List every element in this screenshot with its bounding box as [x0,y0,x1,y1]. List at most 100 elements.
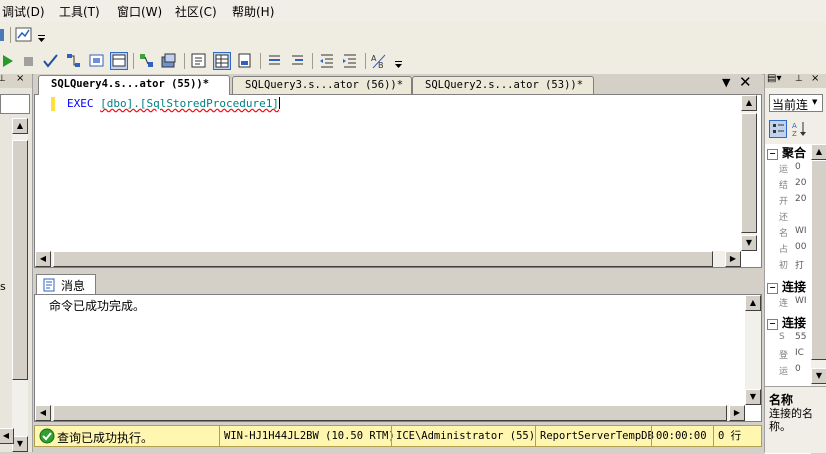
scroll-down-icon[interactable]: ▼ [745,389,761,405]
scroll-up-icon[interactable]: ▲ [12,118,28,134]
status-user: ICE\Administrator (55) [391,426,535,446]
collapse-icon[interactable]: − [767,283,778,294]
uncomment-lines-icon[interactable] [289,52,307,70]
scroll-down-icon[interactable]: ▼ [811,368,826,384]
property-name[interactable]: 运 [779,364,795,380]
decrease-indent-icon[interactable] [318,52,336,70]
scroll-thumb[interactable] [811,160,826,360]
comment-lines-icon[interactable] [266,52,284,70]
chart-icon[interactable] [15,26,33,44]
tab-dropdown-icon[interactable]: ▼ [722,76,730,89]
scroll-left-icon[interactable]: ◀ [35,251,51,267]
left-panel-scrollbar[interactable]: ▲ ▼ [12,118,28,452]
change-tracking-bar [51,97,55,111]
property-name[interactable]: 登 [779,348,795,364]
tab-sqlquery2[interactable]: SQLQuery2.s...ator (53))* [412,76,594,94]
toolbar-separator [184,53,185,69]
toolbar-standard [0,22,826,48]
results-to-text-icon[interactable] [88,52,106,70]
toolbar-overflow-icon[interactable] [395,58,402,68]
stop-icon[interactable] [20,52,38,70]
execute-icon[interactable] [0,52,18,70]
category-aggregate[interactable]: − 聚合 [767,144,806,161]
property-name[interactable]: 名 [779,226,795,242]
results-to-grid-icon[interactable] [110,52,128,70]
results-messages-pane: 命令已成功完成。 ▲ ▼ ◀ ▶ [34,294,762,422]
menu-community[interactable]: 社区(C) [175,3,217,20]
scroll-down-icon[interactable]: ▼ [741,235,757,251]
property-name[interactable]: 开 [779,194,795,210]
description-text: 连接的名称。 [769,407,813,433]
toolbar-separator [260,53,261,69]
close-icon[interactable]: × [16,73,24,84]
scroll-up-icon[interactable]: ▲ [741,95,757,111]
query-editor[interactable]: EXEC [dbo].[SqlStoredProcedure1] ▲ ▼ ◀ ▶ [34,94,762,268]
scroll-thumb[interactable] [53,405,727,421]
status-message: 查询已成功执行。 [57,431,154,445]
scroll-up-icon[interactable]: ▲ [745,295,761,311]
tab-messages[interactable]: 消息 [36,274,96,294]
left-panel-toolbar [0,94,30,114]
results-file-icon[interactable] [236,52,254,70]
menu-bar: 调试(D) 工具(T) 窗口(W) 社区(C) 帮助(H) [0,0,826,22]
scroll-thumb[interactable] [12,140,28,380]
collapse-icon[interactable]: − [767,149,778,160]
property-name[interactable]: 结 [779,178,795,194]
alphabetical-sort-icon[interactable]: AZ [791,120,809,138]
collapse-icon[interactable]: − [767,319,778,330]
property-name[interactable]: S [779,332,795,348]
property-name[interactable]: 连 [779,296,795,312]
tab-sqlquery4[interactable]: SQLQuery4.s...ator (55))* [38,75,230,95]
sql-procedure-name: [dbo].[SqlStoredProcedure1] [100,97,279,110]
menu-help[interactable]: 帮助(H) [232,3,274,20]
pin-icon[interactable]: ⊥ [795,74,803,84]
include-plan-icon[interactable] [138,52,156,70]
category-connection[interactable]: − 连接 [767,278,806,295]
scroll-left-icon[interactable]: ◀ [0,428,14,444]
close-icon[interactable]: × [811,73,819,84]
scroll-thumb[interactable] [741,113,757,233]
menu-window[interactable]: 窗口(W) [117,3,162,20]
status-elapsed: 00:00:00 [651,426,713,446]
menu-tools[interactable]: 工具(T) [59,3,100,20]
editor-hscroll[interactable]: ◀ ▶ [35,251,741,267]
editor-vscroll[interactable]: ▲ ▼ [741,95,757,251]
left-panel-header: ⊥ × [0,73,32,88]
results-text-icon[interactable] [190,52,208,70]
dropdown-value: 当前连 [772,98,809,112]
properties-header: ▤▾ ⊥ × [765,73,826,88]
scroll-right-icon[interactable]: ▶ [729,405,745,421]
tab-label: SQLQuery3.s...ator (56))* [245,79,404,91]
editor-code-line[interactable]: EXEC [dbo].[SqlStoredProcedure1] [67,97,280,110]
scroll-down-icon[interactable]: ▼ [12,436,28,452]
results-grid-icon[interactable] [213,52,231,70]
query-plan-icon[interactable] [65,52,83,70]
property-name[interactable]: 还 [779,210,795,226]
property-name[interactable]: 初 [779,258,795,274]
toolbar-overflow-icon[interactable] [38,32,45,42]
scroll-left-icon[interactable]: ◀ [35,405,51,421]
pin-icon[interactable]: ⊥ [0,74,6,84]
scroll-up-icon[interactable]: ▲ [811,144,826,160]
menu-debug[interactable]: 调试(D) [2,3,45,20]
properties-object-dropdown[interactable]: 当前连 ▼ [769,94,823,112]
category-connection-details[interactable]: − 连接 [767,314,806,331]
properties-menu-icon[interactable]: ▤▾ [767,73,781,84]
categorized-view-icon[interactable] [769,120,787,138]
left-panel-label: s [0,280,6,293]
specify-values-icon[interactable]: AB [370,52,388,70]
status-database: ReportServerTempDB [535,426,654,446]
scroll-thumb[interactable] [53,251,713,267]
tab-label: SQLQuery2.s...ator (53))* [425,79,584,91]
property-name[interactable]: 占 [779,242,795,258]
results-hscroll[interactable]: ◀ ▶ [35,405,745,421]
close-document-icon[interactable]: ✕ [739,73,752,91]
properties-vscroll[interactable]: ▲ ▼ [811,144,826,384]
results-vscroll[interactable]: ▲ ▼ [745,295,761,405]
scroll-right-icon[interactable]: ▶ [725,251,741,267]
tab-sqlquery3[interactable]: SQLQuery3.s...ator (56))* [232,76,412,94]
property-name[interactable]: 运 [779,162,795,178]
parse-check-icon[interactable] [42,52,60,70]
increase-indent-icon[interactable] [341,52,359,70]
client-statistics-icon[interactable] [160,52,178,70]
